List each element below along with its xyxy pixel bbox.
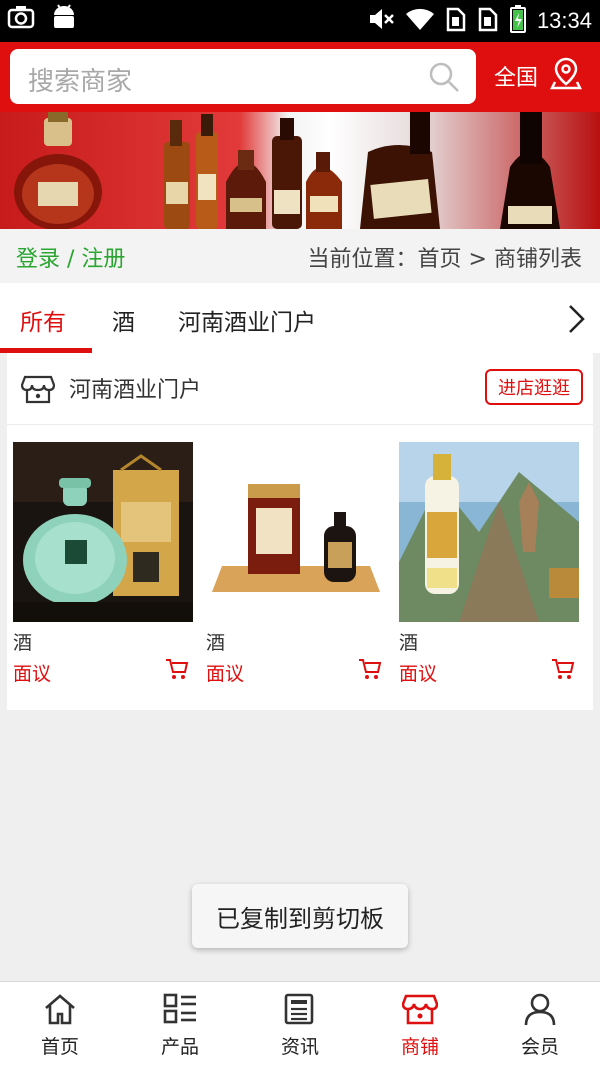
auth-separator: / [60,247,82,272]
breadcrumb-home-link[interactable]: 首页 [418,247,462,272]
search-input[interactable]: 搜索商家 [10,49,476,104]
toast-message: 已复制到剪切板 [192,884,408,948]
nav-item-home[interactable]: 首页 [0,982,120,1067]
banner-image[interactable] [0,112,600,229]
hennessy-bottle-illustration [360,112,560,229]
shop-icon [401,992,439,1030]
category-tabs: 所有 酒 河南酒业门户 [0,283,600,353]
clock: 13:34 [536,8,592,33]
nav-label: 资讯 [280,1036,319,1058]
store-card: 河南酒业门户 进店逛逛 酒 面议 酒 面议 酒 面议 [7,353,593,710]
enter-store-button[interactable]: 进店逛逛 [485,369,583,405]
nav-label: 首页 [40,1036,79,1058]
store-card-header: 河南酒业门户 进店逛逛 [7,353,593,425]
bottle-decanter-illustration [14,112,102,229]
product-name[interactable]: 酒 [13,628,193,655]
nav-item-news[interactable]: 资讯 [240,982,360,1067]
tab-liquor[interactable]: 酒 [112,303,135,337]
search-icon[interactable] [428,61,460,97]
wifi-icon [405,6,435,36]
sim-icon [445,5,467,37]
location-pin-icon[interactable] [549,56,583,94]
user-icon [522,992,558,1030]
battery-icon [509,4,527,38]
shop-icon [20,371,56,409]
mute-icon [367,5,395,37]
cart-icon[interactable] [358,658,382,684]
register-link[interactable]: 注册 [81,247,125,272]
home-icon [42,992,78,1030]
product-name[interactable]: 酒 [206,628,386,655]
product-card[interactable]: 酒 面议 [13,442,193,686]
product-image[interactable] [206,442,386,622]
nav-label: 产品 [160,1036,199,1058]
nav-item-shops[interactable]: 商铺 [360,982,480,1067]
tab-henan-liquor-portal[interactable]: 河南酒业门户 [178,303,316,337]
chevron-right-icon[interactable] [566,303,586,339]
news-icon [282,992,318,1030]
bottom-nav: 首页 产品 资讯 商铺 会员 [0,981,600,1067]
product-image[interactable] [399,442,579,622]
android-icon [50,2,78,36]
sim-icon [477,5,499,37]
product-name[interactable]: 酒 [399,628,579,655]
store-name[interactable]: 河南酒业门户 [69,372,201,404]
camera-icon [6,2,36,36]
header: 搜索商家 全国 [0,42,600,112]
breadcrumb-arrow: > [461,247,494,272]
product-card[interactable]: 酒 面议 [399,442,579,686]
cart-icon[interactable] [551,658,575,684]
breadcrumb-current: 商铺列表 [493,247,582,272]
bottle-row-illustration [164,114,342,229]
breadcrumb-bar: 登录 / 注册 当前位置：首页 > 商铺列表 [0,229,600,283]
product-image[interactable] [13,442,193,622]
nav-label: 会员 [520,1036,559,1058]
nav-item-member[interactable]: 会员 [480,982,600,1067]
region-selector[interactable]: 全国 [494,60,538,92]
nav-label: 商铺 [400,1036,439,1058]
breadcrumb: 当前位置：首页 > 商铺列表 [308,241,582,273]
search-placeholder: 搜索商家 [28,67,133,97]
auth-links: 登录 / 注册 [16,241,125,273]
cart-icon[interactable] [165,658,189,684]
product-card[interactable]: 酒 面议 [206,442,386,686]
status-bar: 13:34 [0,0,600,42]
tab-all[interactable]: 所有 [20,303,66,337]
location-prefix: 当前位置： [307,247,418,272]
grid-list-icon [162,992,198,1030]
nav-item-products[interactable]: 产品 [120,982,240,1067]
login-link[interactable]: 登录 [16,247,60,272]
